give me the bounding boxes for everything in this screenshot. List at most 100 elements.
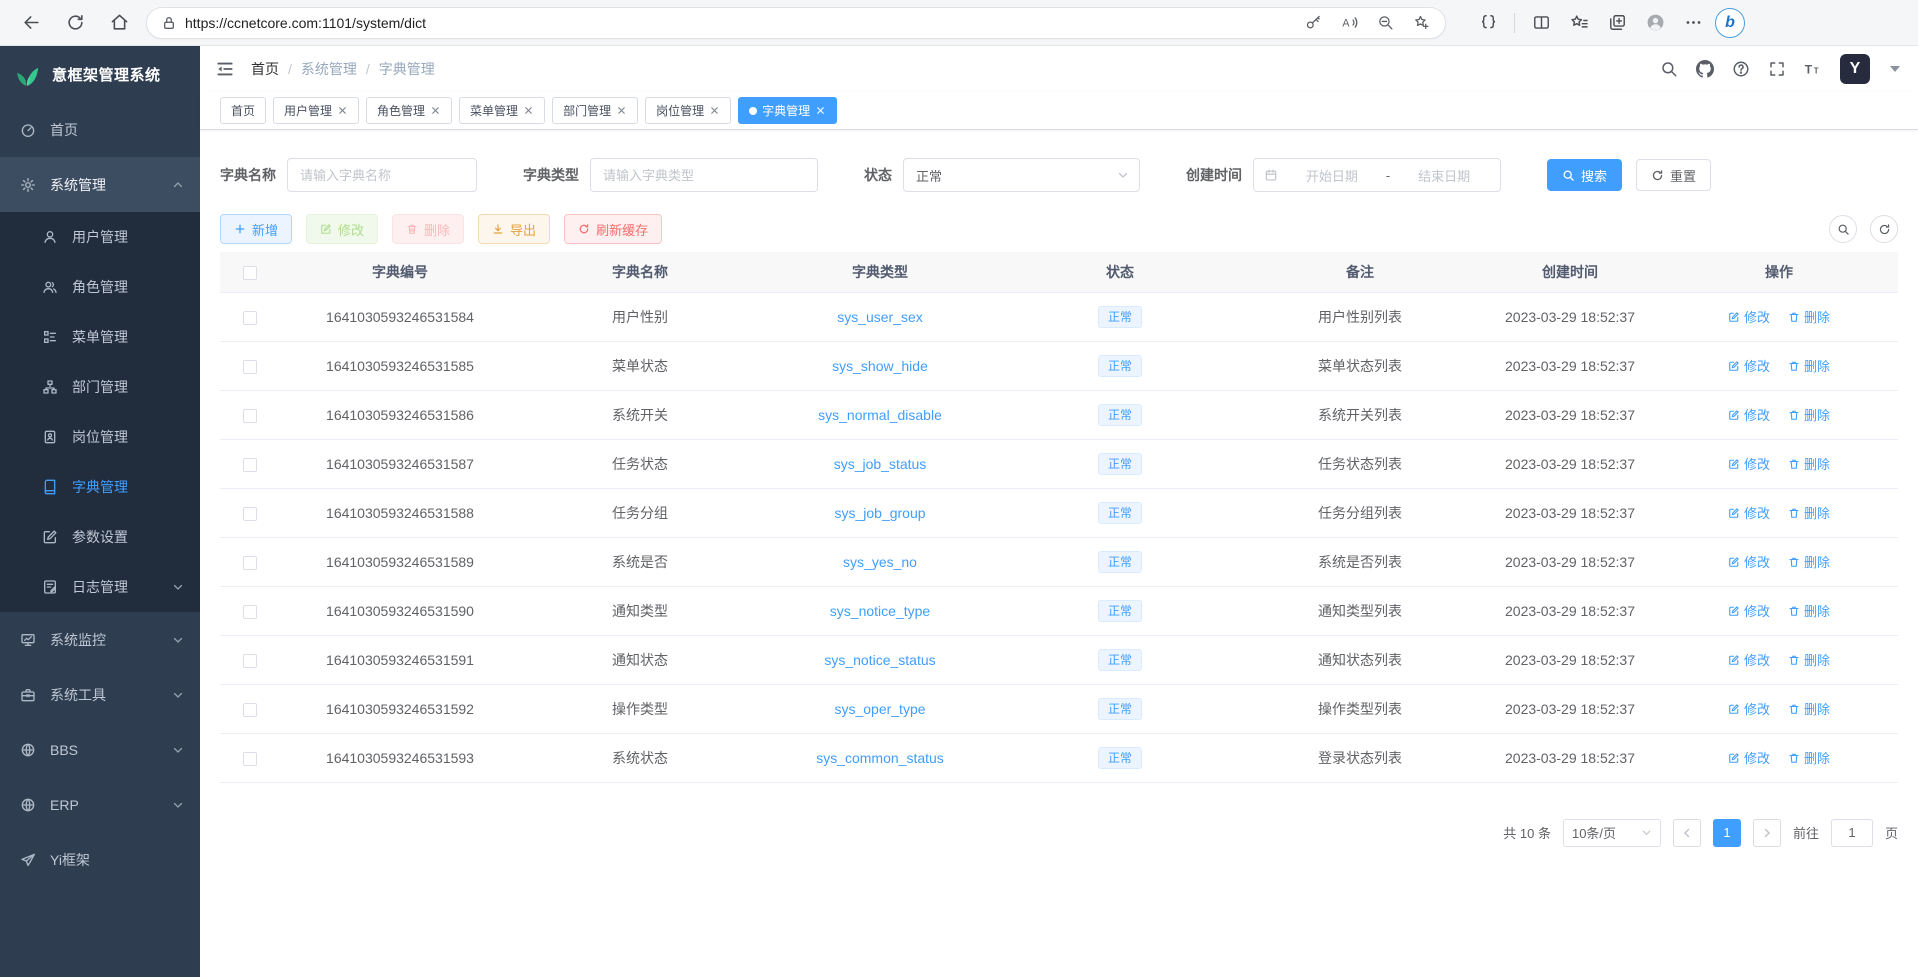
date-end-placeholder[interactable]: 结束日期 [1398, 166, 1490, 185]
user-avatar-logo[interactable]: Y [1840, 54, 1870, 84]
row-delete-button[interactable]: 删除 [1788, 650, 1830, 669]
copilot-icon[interactable]: b [1715, 8, 1745, 38]
favorites-icon[interactable] [1563, 7, 1595, 39]
dict-type-link[interactable]: sys_show_hide [832, 358, 928, 374]
sidebar-item-role-manage[interactable]: 角色管理 [0, 262, 200, 312]
help-icon[interactable] [1732, 60, 1750, 78]
prev-page-button[interactable] [1673, 819, 1701, 847]
row-delete-button[interactable]: 删除 [1788, 307, 1830, 326]
close-icon[interactable] [430, 105, 441, 116]
refresh-cache-button[interactable]: 刷新缓存 [564, 214, 662, 244]
reset-button[interactable]: 重置 [1636, 159, 1711, 191]
caret-down-icon[interactable] [1890, 66, 1900, 72]
date-start-placeholder[interactable]: 开始日期 [1286, 166, 1378, 185]
dict-type-link[interactable]: sys_job_status [834, 456, 927, 472]
add-button[interactable]: 新增 [220, 214, 292, 244]
row-checkbox[interactable] [243, 654, 257, 668]
close-icon[interactable] [815, 105, 826, 116]
row-delete-button[interactable]: 删除 [1788, 356, 1830, 375]
date-range-picker[interactable]: 开始日期 - 结束日期 [1253, 158, 1501, 192]
status-select[interactable]: 正常 [903, 158, 1140, 192]
sidebar-item-erp[interactable]: ERP [0, 777, 200, 832]
back-icon[interactable] [14, 6, 48, 40]
fold-sidebar-icon[interactable] [215, 59, 235, 79]
edit-button-disabled[interactable]: 修改 [306, 214, 378, 244]
sidebar-item-system-manage[interactable]: 系统管理 [0, 157, 200, 212]
row-delete-button[interactable]: 删除 [1788, 405, 1830, 424]
password-key-icon[interactable] [1299, 9, 1327, 37]
close-icon[interactable] [337, 105, 348, 116]
read-aloud-icon[interactable]: A [1335, 9, 1363, 37]
dict-type-link[interactable]: sys_job_group [834, 505, 925, 521]
tab-home[interactable]: 首页 [220, 97, 266, 124]
more-icon[interactable] [1677, 7, 1709, 39]
row-delete-button[interactable]: 删除 [1788, 552, 1830, 571]
collections-icon[interactable] [1601, 7, 1633, 39]
row-checkbox[interactable] [243, 703, 257, 717]
row-edit-button[interactable]: 修改 [1728, 405, 1770, 424]
row-edit-button[interactable]: 修改 [1728, 503, 1770, 522]
dict-type-link[interactable]: sys_notice_type [830, 603, 930, 619]
breadcrumb-home[interactable]: 首页 [251, 59, 279, 79]
sidebar-item-system-monitor[interactable]: 系统监控 [0, 612, 200, 667]
row-checkbox[interactable] [243, 605, 257, 619]
sidebar-item-bbs[interactable]: BBS [0, 722, 200, 777]
next-page-button[interactable] [1753, 819, 1781, 847]
refresh-table-circle-button[interactable] [1870, 215, 1898, 243]
sidebar-item-dict-manage[interactable]: 字典管理 [0, 462, 200, 512]
tab-dict-manage[interactable]: 字典管理 [738, 97, 837, 124]
url-text[interactable]: https://ccnetcore.com:1101/system/dict [185, 15, 1291, 31]
sidebar-item-yi-framework[interactable]: Yi框架 [0, 832, 200, 887]
row-delete-button[interactable]: 删除 [1788, 748, 1830, 767]
tab-user-manage[interactable]: 用户管理 [273, 97, 359, 124]
close-icon[interactable] [523, 105, 534, 116]
row-edit-button[interactable]: 修改 [1728, 601, 1770, 620]
row-checkbox[interactable] [243, 556, 257, 570]
row-checkbox[interactable] [243, 458, 257, 472]
dict-type-link[interactable]: sys_yes_no [843, 554, 917, 570]
home-icon[interactable] [102, 6, 136, 40]
row-checkbox[interactable] [243, 752, 257, 766]
tab-menu-manage[interactable]: 菜单管理 [459, 97, 545, 124]
dict-type-link[interactable]: sys_common_status [816, 750, 944, 766]
address-bar[interactable]: https://ccnetcore.com:1101/system/dict A [146, 7, 1446, 39]
profile-icon[interactable] [1639, 7, 1671, 39]
tab-role-manage[interactable]: 角色管理 [366, 97, 452, 124]
row-delete-button[interactable]: 删除 [1788, 601, 1830, 620]
current-page-button[interactable]: 1 [1713, 819, 1741, 847]
select-all-checkbox[interactable] [243, 266, 257, 280]
row-edit-button[interactable]: 修改 [1728, 307, 1770, 326]
fullscreen-icon[interactable] [1768, 60, 1786, 78]
dict-type-link[interactable]: sys_user_sex [837, 309, 923, 325]
dict-type-link[interactable]: sys_normal_disable [818, 407, 942, 423]
row-checkbox[interactable] [243, 409, 257, 423]
sidebar-item-home[interactable]: 首页 [0, 102, 200, 157]
sidebar-item-dept-manage[interactable]: 部门管理 [0, 362, 200, 412]
row-edit-button[interactable]: 修改 [1728, 552, 1770, 571]
page-size-select[interactable]: 10条/页 [1563, 819, 1661, 847]
search-button[interactable]: 搜索 [1547, 159, 1622, 191]
tab-post-manage[interactable]: 岗位管理 [645, 97, 731, 124]
app-logo[interactable]: 意框架管理系统 [0, 46, 200, 102]
close-icon[interactable] [616, 105, 627, 116]
dict-type-link[interactable]: sys_notice_status [824, 652, 935, 668]
delete-button-disabled[interactable]: 删除 [392, 214, 464, 244]
close-icon[interactable] [709, 105, 720, 116]
export-button[interactable]: 导出 [478, 214, 550, 244]
show-search-circle-button[interactable] [1829, 215, 1857, 243]
row-checkbox[interactable] [243, 507, 257, 521]
dict-name-input[interactable] [287, 158, 477, 192]
font-size-icon[interactable]: TT [1804, 60, 1822, 78]
row-delete-button[interactable]: 删除 [1788, 454, 1830, 473]
row-delete-button[interactable]: 删除 [1788, 699, 1830, 718]
row-edit-button[interactable]: 修改 [1728, 650, 1770, 669]
split-screen-icon[interactable] [1525, 7, 1557, 39]
zoom-out-icon[interactable] [1371, 9, 1399, 37]
row-edit-button[interactable]: 修改 [1728, 454, 1770, 473]
add-favorite-icon[interactable] [1407, 9, 1435, 37]
dict-type-link[interactable]: sys_oper_type [834, 701, 925, 717]
row-checkbox[interactable] [243, 360, 257, 374]
dict-type-input[interactable] [590, 158, 818, 192]
sidebar-item-menu-manage[interactable]: 菜单管理 [0, 312, 200, 362]
sidebar-item-param-settings[interactable]: 参数设置 [0, 512, 200, 562]
